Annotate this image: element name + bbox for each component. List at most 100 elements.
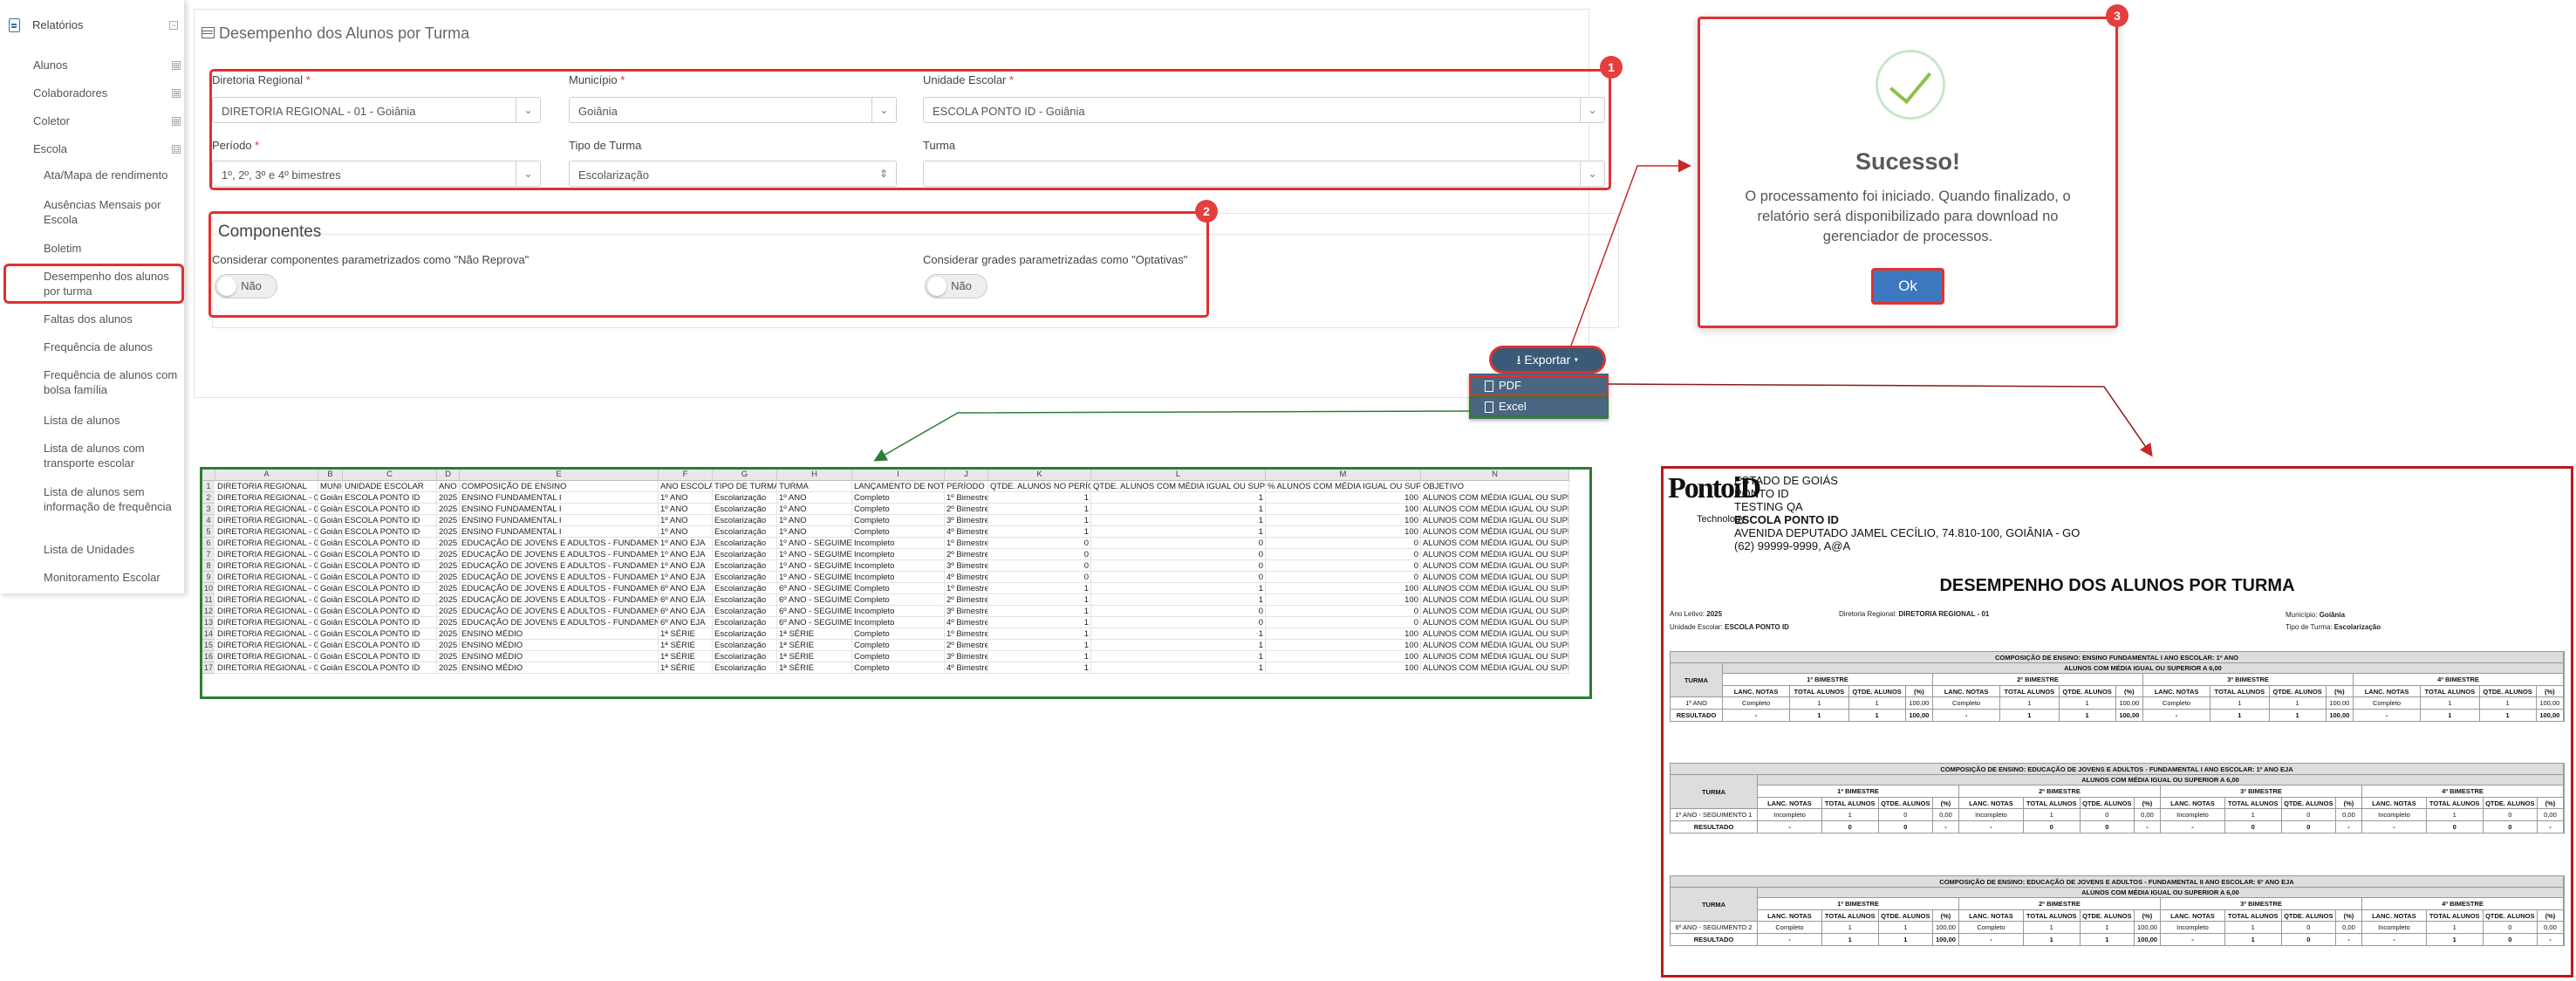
sidebar-subitem-2[interactable]: Boletim [44, 241, 183, 256]
column-header[interactable]: A [215, 470, 318, 481]
table-cell[interactable]: Escolarização [713, 526, 777, 538]
table-cell[interactable]: ENSINO MÉDIO [460, 662, 659, 674]
table-cell[interactable]: DIRETORIA REGIONAL - 01 [215, 594, 318, 606]
table-cell[interactable]: ESCOLA PONTO ID [343, 515, 437, 526]
table-cell[interactable]: ALUNOS COM MÉDIA IGUAL OU SUPERIOR A 6,0… [1421, 549, 1569, 560]
table-cell[interactable]: 1º ANO [777, 504, 852, 515]
sidebar-subitem-0[interactable]: Ata/Mapa de rendimento [44, 168, 183, 182]
table-cell[interactable]: 1º ANO [777, 515, 852, 526]
table-cell[interactable]: ESCOLA PONTO ID [343, 594, 437, 606]
table-cell[interactable]: EDUCAÇÃO DE JOVENS E ADULTOS - FUNDAMENT… [460, 606, 659, 617]
table-cell[interactable]: 1 [1091, 662, 1266, 674]
export-pdf-item[interactable]: PDF [1469, 375, 1609, 396]
table-cell[interactable]: ALUNOS COM MÉDIA IGUAL OU SUPERIOR A 6,0… [1421, 504, 1569, 515]
table-cell[interactable]: 1 [988, 526, 1091, 538]
table-cell[interactable]: 1º ANO [659, 515, 713, 526]
table-cell[interactable]: Goiânia [318, 662, 343, 674]
expand-icon[interactable]: ⊞ [172, 61, 181, 70]
table-cell[interactable]: DIRETORIA REGIONAL - 01 [215, 583, 318, 594]
table-cell[interactable]: Completo [852, 640, 945, 651]
table-cell[interactable]: DIRETORIA REGIONAL - 01 [215, 651, 318, 662]
header-cell[interactable]: COMPOSIÇÃO DE ENSINO [460, 481, 659, 492]
table-cell[interactable]: ALUNOS COM MÉDIA IGUAL OU SUPERIOR A 6,0… [1421, 640, 1569, 651]
table-cell[interactable]: ENSINO MÉDIO [460, 651, 659, 662]
table-cell[interactable]: 0 [1091, 606, 1266, 617]
row-number[interactable]: 14 [202, 628, 215, 640]
table-cell[interactable]: 2025 [437, 606, 460, 617]
table-cell[interactable]: ESCOLA PONTO ID [343, 606, 437, 617]
table-cell[interactable]: EDUCAÇÃO DE JOVENS E ADULTOS - FUNDAMENT… [460, 594, 659, 606]
table-cell[interactable]: ALUNOS COM MÉDIA IGUAL OU SUPERIOR A 6,0… [1421, 572, 1569, 583]
table-cell[interactable]: 1 [988, 515, 1091, 526]
table-cell[interactable]: 1º Bimestre [945, 538, 988, 549]
table-cell[interactable]: 2º Bimestre [945, 594, 988, 606]
table-cell[interactable]: 0 [1266, 549, 1421, 560]
table-cell[interactable]: Goiânia [318, 640, 343, 651]
table-cell[interactable]: ESCOLA PONTO ID [343, 662, 437, 674]
row-number[interactable]: 11 [202, 594, 215, 606]
table-cell[interactable]: 2025 [437, 583, 460, 594]
column-header[interactable]: I [852, 470, 945, 481]
table-cell[interactable]: 100 [1266, 492, 1421, 504]
header-cell[interactable]: DIRETORIA REGIONAL [215, 481, 318, 492]
sidebar-subitem-10[interactable]: Lista de Unidades [44, 542, 183, 557]
table-cell[interactable]: 1 [1091, 492, 1266, 504]
table-cell[interactable]: 2º Bimestre [945, 549, 988, 560]
table-cell[interactable]: EDUCAÇÃO DE JOVENS E ADULTOS - FUNDAMENT… [460, 560, 659, 572]
table-cell[interactable]: 6º ANO - SEGUIMENT [777, 594, 852, 606]
sidebar-item-3[interactable]: Escola [33, 142, 181, 155]
table-cell[interactable]: Completo [852, 492, 945, 504]
row-number[interactable]: 4 [202, 515, 215, 526]
table-cell[interactable]: 2025 [437, 504, 460, 515]
row-number[interactable]: 15 [202, 640, 215, 651]
table-cell[interactable]: Goiânia [318, 549, 343, 560]
header-cell[interactable]: LANÇAMENTO DE NOTAS [852, 481, 945, 492]
table-cell[interactable]: 0 [1091, 538, 1266, 549]
header-cell[interactable]: MUNICÍPIO [318, 481, 343, 492]
table-cell[interactable]: 2025 [437, 662, 460, 674]
table-cell[interactable]: 2025 [437, 651, 460, 662]
table-cell[interactable]: 2025 [437, 617, 460, 628]
expand-icon[interactable]: ⊞ [172, 89, 181, 98]
table-cell[interactable]: Goiânia [318, 504, 343, 515]
table-cell[interactable]: 4º Bimestre [945, 572, 988, 583]
table-cell[interactable]: DIRETORIA REGIONAL - 01 [215, 606, 318, 617]
table-cell[interactable]: Escolarização [713, 640, 777, 651]
table-cell[interactable]: ALUNOS COM MÉDIA IGUAL OU SUPERIOR A 6,0… [1421, 617, 1569, 628]
sidebar-item-1[interactable]: Colaboradores [33, 86, 181, 99]
table-cell[interactable]: Escolarização [713, 504, 777, 515]
table-cell[interactable]: Completo [852, 526, 945, 538]
table-cell[interactable]: ALUNOS COM MÉDIA IGUAL OU SUPERIOR A 6,0… [1421, 651, 1569, 662]
table-cell[interactable]: ESCOLA PONTO ID [343, 572, 437, 583]
table-cell[interactable]: Goiânia [318, 572, 343, 583]
header-cell[interactable]: UNIDADE ESCOLAR [343, 481, 437, 492]
table-cell[interactable]: 2025 [437, 492, 460, 504]
header-cell[interactable]: ANO ESCOLAR [659, 481, 713, 492]
table-cell[interactable]: ALUNOS COM MÉDIA IGUAL OU SUPERIOR A 6,0… [1421, 515, 1569, 526]
table-cell[interactable]: 1º ANO - SEGUIMENT [777, 572, 852, 583]
table-cell[interactable]: Escolarização [713, 538, 777, 549]
table-cell[interactable]: 1º ANO - SEGUIMENT [777, 538, 852, 549]
table-cell[interactable]: DIRETORIA REGIONAL - 01 [215, 662, 318, 674]
table-cell[interactable]: 1ª SÉRIE [777, 651, 852, 662]
table-cell[interactable]: 3º Bimestre [945, 651, 988, 662]
column-header[interactable]: D [437, 470, 460, 481]
table-cell[interactable]: DIRETORIA REGIONAL - 01 [215, 572, 318, 583]
table-cell[interactable]: Completo [852, 583, 945, 594]
table-cell[interactable]: 0 [1266, 538, 1421, 549]
table-cell[interactable]: 1º ANO - SEGUIMENT [777, 549, 852, 560]
table-cell[interactable]: ALUNOS COM MÉDIA IGUAL OU SUPERIOR A 6,0… [1421, 492, 1569, 504]
table-cell[interactable]: 1 [988, 651, 1091, 662]
table-cell[interactable]: 0 [1266, 572, 1421, 583]
table-cell[interactable]: ALUNOS COM MÉDIA IGUAL OU SUPERIOR A 6,0… [1421, 583, 1569, 594]
table-cell[interactable]: 100 [1266, 526, 1421, 538]
table-cell[interactable]: DIRETORIA REGIONAL - 01 [215, 515, 318, 526]
table-cell[interactable]: 1º ANO [659, 492, 713, 504]
table-cell[interactable]: Escolarização [713, 549, 777, 560]
table-cell[interactable]: Incompleto [852, 606, 945, 617]
table-cell[interactable]: ESCOLA PONTO ID [343, 504, 437, 515]
table-cell[interactable]: ALUNOS COM MÉDIA IGUAL OU SUPERIOR A 6,0… [1421, 628, 1569, 640]
table-cell[interactable]: 100 [1266, 651, 1421, 662]
table-cell[interactable]: Escolarização [713, 583, 777, 594]
table-cell[interactable]: 1ª SÉRIE [659, 628, 713, 640]
